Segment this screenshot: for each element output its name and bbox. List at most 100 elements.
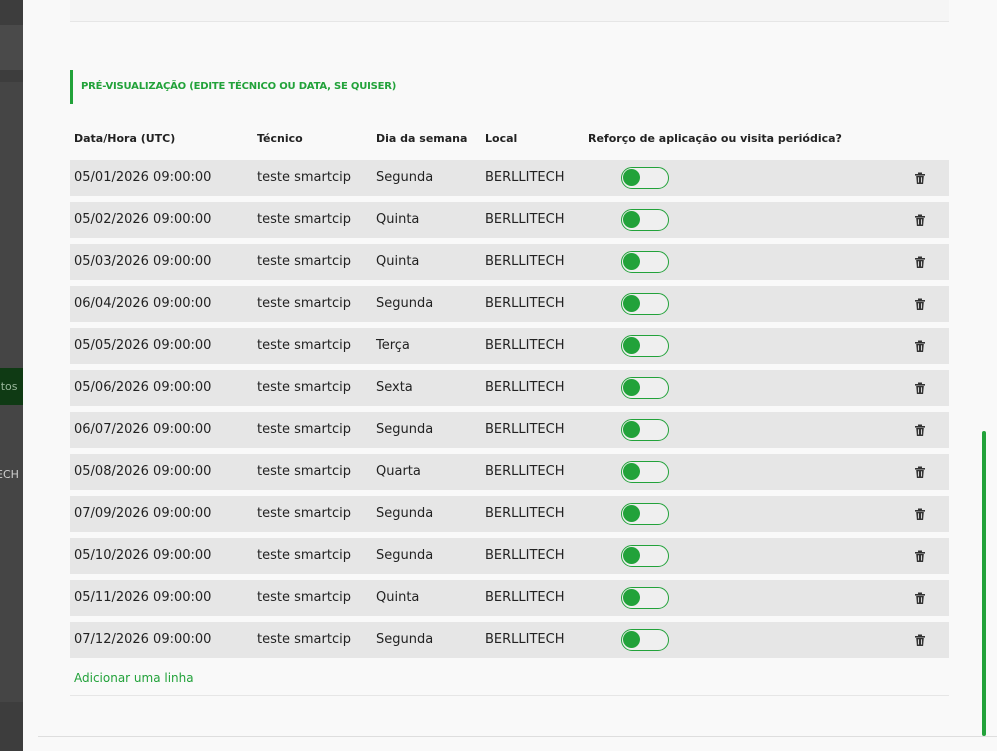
- cell-local: BERLLITECH: [485, 632, 565, 647]
- cell-local: BERLLITECH: [485, 548, 565, 563]
- add-line-link[interactable]: Adicionar uma linha: [74, 671, 194, 685]
- cell-technician[interactable]: teste smartcip: [257, 244, 351, 280]
- background-page: atos ECH: [0, 0, 23, 751]
- table-row: 05/11/2026 09:00:00 teste smartcip Quinta B…: [70, 580, 949, 616]
- cell-technician[interactable]: teste smartcip: [257, 286, 351, 322]
- reinforcement-toggle[interactable]: [621, 209, 669, 231]
- table-row: 06/07/2026 09:00:00 teste smartcip Segunda…: [70, 412, 949, 448]
- schedule-preview-modal: PRÉ-VISUALIZAÇÃO (EDITE TÉCNICO OU DATA,…: [23, 0, 997, 751]
- trash-icon[interactable]: [913, 633, 927, 647]
- reinforcement-toggle[interactable]: [621, 293, 669, 315]
- trash-icon[interactable]: [913, 339, 927, 353]
- trash-icon[interactable]: [913, 549, 927, 563]
- table-row: 07/09/2026 09:00:00 teste smartcip Segunda…: [70, 496, 949, 532]
- trash-icon[interactable]: [913, 381, 927, 395]
- toggle-knob: [623, 547, 640, 564]
- cell-weekday: Quinta: [376, 212, 420, 227]
- background-text: ECH: [0, 468, 19, 481]
- cell-local: BERLLITECH: [485, 212, 565, 227]
- cell-local: BERLLITECH: [485, 296, 565, 311]
- toggle-knob: [623, 379, 640, 396]
- background-band: [0, 25, 23, 70]
- reinforcement-toggle[interactable]: [621, 587, 669, 609]
- reinforcement-toggle[interactable]: [621, 377, 669, 399]
- table-row: 05/08/2026 09:00:00 teste smartcip Quarta B…: [70, 454, 949, 490]
- cell-date[interactable]: 07/12/2026 09:00:00: [74, 622, 211, 658]
- cell-date[interactable]: 05/06/2026 09:00:00: [74, 370, 211, 406]
- reinforcement-toggle[interactable]: [621, 461, 669, 483]
- header-reinforcement: Reforço de aplicação ou visita periódica…: [588, 132, 842, 145]
- toggle-knob: [623, 421, 640, 438]
- table-row: 05/02/2026 09:00:00 teste smartcip Quinta B…: [70, 202, 949, 238]
- toggle-knob: [623, 589, 640, 606]
- cell-date[interactable]: 07/09/2026 09:00:00: [74, 496, 211, 532]
- reinforcement-toggle[interactable]: [621, 167, 669, 189]
- cell-technician[interactable]: teste smartcip: [257, 370, 351, 406]
- cell-date[interactable]: 05/05/2026 09:00:00: [74, 328, 211, 364]
- cell-technician[interactable]: teste smartcip: [257, 622, 351, 658]
- toggle-knob: [623, 631, 640, 648]
- reinforcement-toggle[interactable]: [621, 629, 669, 651]
- trash-icon[interactable]: [913, 213, 927, 227]
- cell-weekday: Quinta: [376, 590, 420, 605]
- toggle-knob: [623, 253, 640, 270]
- trash-icon[interactable]: [913, 507, 927, 521]
- trash-icon[interactable]: [913, 297, 927, 311]
- divider: [70, 695, 949, 696]
- cell-technician[interactable]: teste smartcip: [257, 202, 351, 238]
- cell-date[interactable]: 05/10/2026 09:00:00: [74, 538, 211, 574]
- cell-weekday: Quarta: [376, 464, 421, 479]
- cell-technician[interactable]: teste smartcip: [257, 538, 351, 574]
- table-row: 05/06/2026 09:00:00 teste smartcip Sexta BE…: [70, 370, 949, 406]
- toggle-knob: [623, 211, 640, 228]
- cell-local: BERLLITECH: [485, 380, 565, 395]
- header-date: Data/Hora (UTC): [74, 132, 176, 145]
- footer-divider: [38, 736, 997, 737]
- reinforcement-toggle[interactable]: [621, 503, 669, 525]
- cell-weekday: Segunda: [376, 506, 434, 521]
- trash-icon[interactable]: [913, 171, 927, 185]
- header-technician: Técnico: [257, 132, 303, 145]
- cell-weekday: Terça: [376, 338, 410, 353]
- background-button: atos: [0, 368, 23, 405]
- table-header: Data/Hora (UTC) Técnico Dia da semana Lo…: [70, 126, 949, 152]
- trash-icon[interactable]: [913, 255, 927, 269]
- toggle-knob: [623, 295, 640, 312]
- reinforcement-toggle[interactable]: [621, 335, 669, 357]
- toggle-knob: [623, 463, 640, 480]
- cell-local: BERLLITECH: [485, 590, 565, 605]
- reinforcement-toggle[interactable]: [621, 419, 669, 441]
- scrollbar-thumb[interactable]: [982, 431, 986, 736]
- cell-technician[interactable]: teste smartcip: [257, 496, 351, 532]
- cell-date[interactable]: 05/08/2026 09:00:00: [74, 454, 211, 490]
- cell-weekday: Segunda: [376, 548, 434, 563]
- cell-technician[interactable]: teste smartcip: [257, 412, 351, 448]
- table-row: 06/04/2026 09:00:00 teste smartcip Segunda…: [70, 286, 949, 322]
- cell-weekday: Segunda: [376, 296, 434, 311]
- cell-date[interactable]: 05/01/2026 09:00:00: [74, 160, 211, 196]
- cell-date[interactable]: 05/11/2026 09:00:00: [74, 580, 211, 616]
- cell-technician[interactable]: teste smartcip: [257, 328, 351, 364]
- table-row: 05/01/2026 09:00:00 teste smartcip Segunda…: [70, 160, 949, 196]
- cell-technician[interactable]: teste smartcip: [257, 454, 351, 490]
- cell-weekday: Sexta: [376, 380, 413, 395]
- header-local: Local: [485, 132, 518, 145]
- trash-icon[interactable]: [913, 423, 927, 437]
- cell-weekday: Segunda: [376, 632, 434, 647]
- reinforcement-toggle[interactable]: [621, 251, 669, 273]
- table-row: 05/03/2026 09:00:00 teste smartcip Quinta B…: [70, 244, 949, 280]
- reinforcement-toggle[interactable]: [621, 545, 669, 567]
- cell-weekday: Segunda: [376, 422, 434, 437]
- cell-date[interactable]: 05/03/2026 09:00:00: [74, 244, 211, 280]
- cell-date[interactable]: 06/04/2026 09:00:00: [74, 286, 211, 322]
- trash-icon[interactable]: [913, 465, 927, 479]
- cell-date[interactable]: 05/02/2026 09:00:00: [74, 202, 211, 238]
- cell-local: BERLLITECH: [485, 170, 565, 185]
- cell-technician[interactable]: teste smartcip: [257, 160, 351, 196]
- trash-icon[interactable]: [913, 591, 927, 605]
- cell-date[interactable]: 06/07/2026 09:00:00: [74, 412, 211, 448]
- toggle-knob: [623, 337, 640, 354]
- cell-technician[interactable]: teste smartcip: [257, 580, 351, 616]
- cell-local: BERLLITECH: [485, 338, 565, 353]
- cell-local: BERLLITECH: [485, 506, 565, 521]
